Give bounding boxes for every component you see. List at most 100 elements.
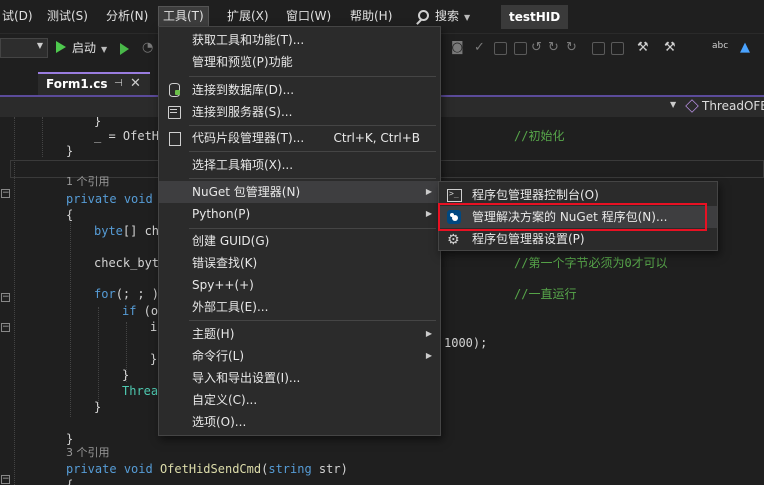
method-icon: [685, 99, 699, 113]
member-dropdown[interactable]: ThreadOFE: [702, 99, 764, 113]
fold-collapse-icon[interactable]: −: [1, 323, 10, 332]
menu-extensions[interactable]: 扩展(X): [223, 6, 273, 27]
menu-item-options[interactable]: 选项(O)...: [159, 411, 440, 433]
start-button[interactable]: 启动 ▼: [56, 38, 107, 58]
check-icon[interactable]: ✓: [474, 40, 485, 55]
code-line: check_byt: [94, 256, 160, 270]
submenu-arrow-icon: ▶: [425, 187, 432, 196]
code-line: }: [150, 352, 158, 366]
code-line: i: [150, 320, 158, 334]
console-icon: [447, 188, 462, 202]
play-icon: [56, 41, 66, 53]
server-icon: [167, 105, 181, 119]
menu-item-command-line[interactable]: 命令行(L) ▶: [159, 345, 440, 367]
wrench-icon[interactable]: ⚒: [637, 40, 649, 55]
settings-icon: [447, 229, 461, 251]
submenu-arrow-icon: ▶: [425, 351, 432, 360]
menu-item-package-settings[interactable]: 程序包管理器设置(P): [439, 228, 717, 251]
code-comment: //第一个字节必须为0才可以: [514, 256, 668, 270]
menu-item-spy[interactable]: Spy++(+): [159, 274, 440, 296]
menu-debug[interactable]: 试(D): [0, 6, 37, 27]
menu-tools[interactable]: 工具(T): [158, 6, 209, 27]
menu-separator: [189, 151, 436, 152]
start-without-debugging-icon[interactable]: [120, 43, 129, 55]
menu-item-theme[interactable]: 主题(H) ▶: [159, 323, 440, 345]
shortcut-text: Ctrl+K, Ctrl+B: [333, 131, 420, 145]
menu-test[interactable]: 测试(S): [43, 6, 92, 27]
menu-item-nuget[interactable]: NuGet 包管理器(N) ▶: [159, 181, 440, 203]
menu-item-customize[interactable]: 自定义(C)...: [159, 389, 440, 411]
menu-item-external-tools[interactable]: 外部工具(E)...: [159, 296, 440, 318]
window-icon[interactable]: [611, 42, 624, 55]
layout-icon[interactable]: [592, 42, 605, 55]
menu-item-manage-preview[interactable]: 管理和预览(P)功能: [159, 51, 440, 73]
database-icon: [167, 83, 181, 97]
tools-icon[interactable]: ⚒: [664, 40, 676, 55]
menu-item-import-export[interactable]: 导入和导出设置(I)...: [159, 367, 440, 389]
menu-analyze[interactable]: 分析(N): [102, 6, 152, 27]
code-line: 1000);: [444, 336, 488, 350]
menu-item-python[interactable]: Python(P) ▶: [159, 203, 440, 225]
fold-collapse-icon[interactable]: −: [1, 475, 10, 484]
menu-separator: [189, 76, 436, 77]
submenu-arrow-icon: ▶: [425, 209, 432, 218]
indent-guide: [42, 117, 43, 157]
code-line: Threa: [122, 384, 159, 398]
close-icon[interactable]: ✕: [130, 76, 141, 91]
code-comment: //一直运行: [514, 287, 577, 301]
indent-guide: [70, 217, 71, 417]
menu-item-error-lookup[interactable]: 错误查找(K): [159, 252, 440, 274]
code-line: byte[] ch: [94, 224, 160, 238]
chevron-down-icon: ▼: [464, 13, 471, 22]
menu-item-snippet-manager[interactable]: 代码片段管理器(T)... Ctrl+K, Ctrl+B: [159, 127, 440, 149]
chevron-down-icon: ▼: [101, 45, 108, 54]
code-comment: //初始化: [514, 129, 565, 143]
menu-separator: [189, 228, 436, 229]
menu-item-choose-toolbox[interactable]: 选择工具箱项(X)...: [159, 154, 440, 176]
code-line: }: [66, 144, 74, 158]
menu-item-get-tools[interactable]: 获取工具和功能(T)...: [159, 29, 440, 51]
indent-guide: [98, 307, 99, 407]
camera-icon[interactable]: ◙: [451, 40, 464, 55]
search-box[interactable]: 搜索 ▼: [418, 6, 470, 27]
menu-help[interactable]: 帮助(H): [346, 6, 396, 27]
fold-collapse-icon[interactable]: −: [1, 189, 10, 198]
tab-title: Form1.cs: [46, 77, 108, 91]
redo-icon[interactable]: ↻: [548, 40, 559, 55]
submenu-arrow-icon: ▶: [425, 329, 432, 338]
start-label: 启动: [72, 41, 97, 55]
menu-item-connect-server[interactable]: 连接到服务器(S)...: [159, 101, 440, 123]
breakpoint-icon[interactable]: [514, 42, 527, 55]
menu-separator: [189, 178, 436, 179]
code-line: {: [66, 478, 74, 485]
chevron-down-icon[interactable]: ▼: [670, 100, 676, 109]
hot-reload-icon[interactable]: ◔: [142, 40, 153, 55]
fold-collapse-icon[interactable]: −: [1, 293, 10, 302]
menu-window[interactable]: 窗口(W): [282, 6, 335, 27]
pin-icon[interactable]: ⊣: [114, 78, 123, 89]
menu-item-create-guid[interactable]: 创建 GUID(G): [159, 230, 440, 252]
snippet-icon: [167, 131, 181, 146]
tab-form1[interactable]: Form1.cs ⊣ ✕: [38, 72, 150, 95]
code-line: for(; ; ): [94, 287, 160, 301]
search-label: 搜索: [435, 9, 460, 23]
code-line: }: [94, 400, 102, 414]
highlight-annotation-box: [438, 203, 707, 231]
refresh-icon[interactable]: ↻: [566, 40, 577, 55]
menu-separator: [189, 320, 436, 321]
menu-separator: [189, 125, 436, 126]
code-line: private void: [66, 192, 153, 206]
chevron-down-icon: ▼: [36, 41, 43, 50]
menu-item-connect-database[interactable]: 连接到数据库(D)...: [159, 79, 440, 101]
pointer-icon[interactable]: ▲: [740, 40, 750, 55]
configuration-dropdown[interactable]: ▼: [0, 38, 48, 58]
reference-count[interactable]: 3 个引用: [66, 445, 110, 461]
tools-menu: 获取工具和功能(T)... 管理和预览(P)功能 连接到数据库(D)... 连接…: [158, 26, 441, 436]
spellcheck-icon[interactable]: abc: [712, 41, 728, 51]
code-line: private void OfetHidSendCmd(string str): [66, 462, 348, 476]
search-icon: [418, 10, 429, 21]
reference-count[interactable]: 1 个引用: [66, 174, 110, 190]
step-icon[interactable]: [494, 42, 507, 55]
undo-icon[interactable]: ↺: [531, 40, 542, 55]
code-line: _ = OfetHi: [94, 129, 167, 143]
